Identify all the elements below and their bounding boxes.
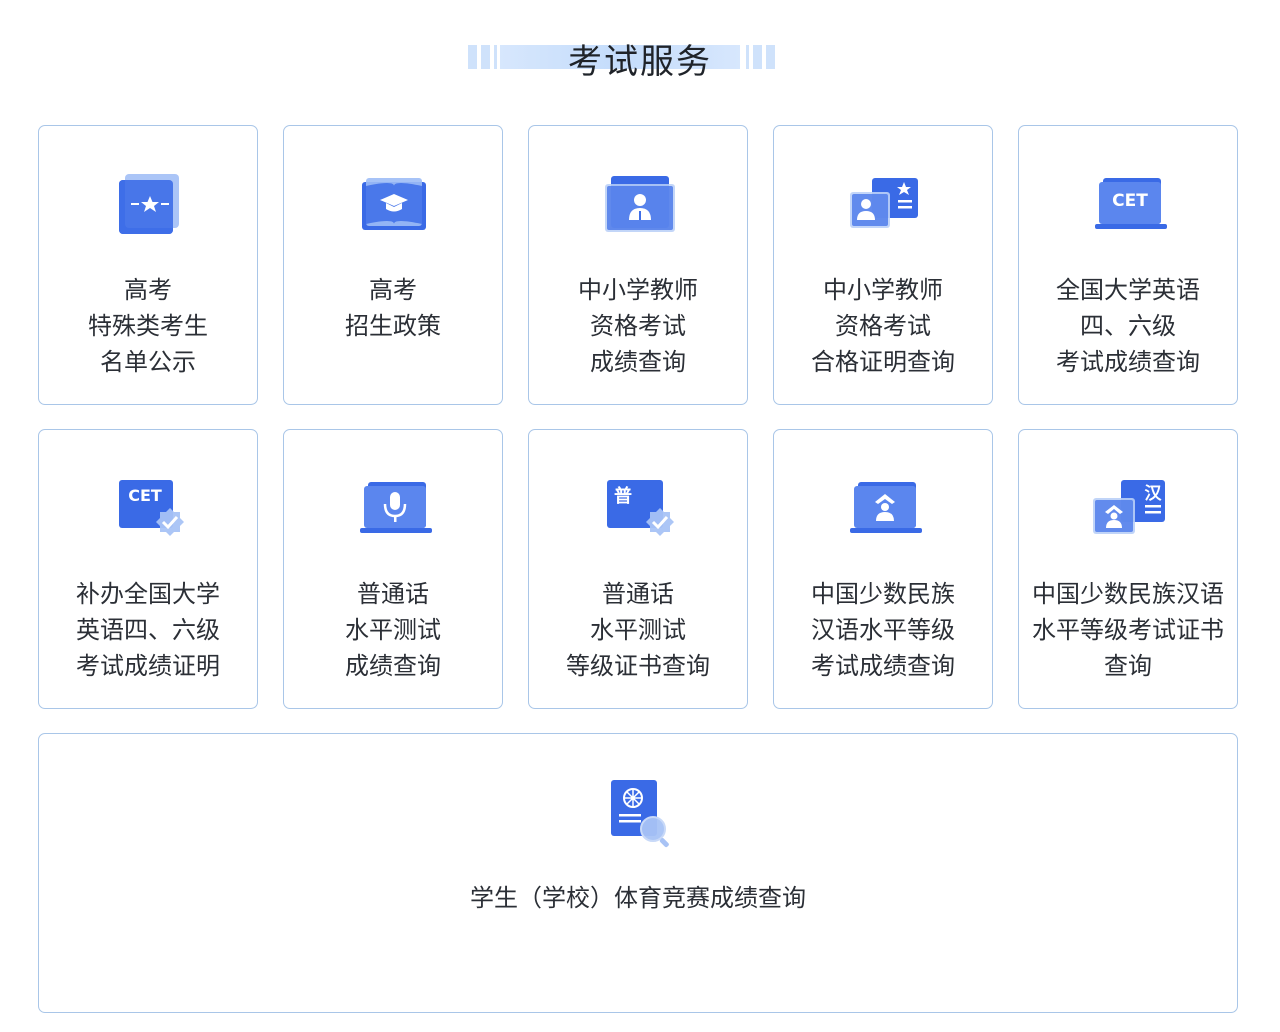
service-label: 高考 特殊类考生 名单公示 xyxy=(88,276,208,376)
service-card-gaokao-policy[interactable]: 高考 招生政策 xyxy=(283,125,503,405)
service-label: 中小学教师 资格考试 成绩查询 xyxy=(578,276,698,376)
svg-text:CET: CET xyxy=(128,486,162,505)
service-label: 学生（学校）体育竞赛成绩查询 xyxy=(470,884,806,912)
service-card-teacher-certificate[interactable]: 中小学教师 资格考试 合格证明查询 xyxy=(773,125,993,405)
header-decoration-left xyxy=(468,45,497,69)
section-header: 考试服务 xyxy=(0,28,1280,88)
graduation-book-icon xyxy=(362,178,426,230)
svg-text:汉: 汉 xyxy=(1145,484,1163,504)
mandarin-verified-icon: 普 xyxy=(607,480,674,536)
service-label: 普通话 水平测试 成绩查询 xyxy=(345,580,441,680)
service-label: 全国大学英语 四、六级 考试成绩查询 xyxy=(1056,276,1200,376)
header-decoration-right xyxy=(746,45,775,69)
service-label: 普通话 水平测试 等级证书查询 xyxy=(566,580,710,680)
teacher-profile-icon xyxy=(605,176,675,232)
service-card-minority-score[interactable]: 中国少数民族 汉语水平等级 考试成绩查询 xyxy=(773,429,993,709)
cet-laptop-icon: CET xyxy=(1095,178,1167,229)
service-label: 中小学教师 资格考试 合格证明查询 xyxy=(811,276,955,376)
service-label: 中国少数民族汉语 水平等级考试证书 查询 xyxy=(1032,580,1224,680)
chinese-certificate-icon: 汉 xyxy=(1093,480,1165,534)
svg-text:普: 普 xyxy=(614,485,632,507)
sports-search-icon xyxy=(611,780,669,848)
svg-text:CET: CET xyxy=(1112,191,1148,211)
service-card-mandarin-score[interactable]: 普通话 水平测试 成绩查询 xyxy=(283,429,503,709)
service-card-mandarin-certificate[interactable]: 普 普通话 水平测试 等级证书查询 xyxy=(528,429,748,709)
microphone-laptop-icon xyxy=(360,482,432,533)
service-label: 中国少数民族 汉语水平等级 考试成绩查询 xyxy=(811,580,955,680)
teacher-certificate-icon xyxy=(850,178,918,228)
service-card-teacher-score[interactable]: 中小学教师 资格考试 成绩查询 xyxy=(528,125,748,405)
service-card-gaokao-special[interactable]: 高考 特殊类考生 名单公示 xyxy=(38,125,258,405)
minority-laptop-icon xyxy=(850,482,922,533)
service-card-cet-proof[interactable]: CET 补办全国大学 英语四、六级 考试成绩证明 xyxy=(38,429,258,709)
cet-verified-icon: CET xyxy=(119,480,184,536)
service-card-minority-certificate[interactable]: 汉 中国少数民族汉语 水平等级考试证书 查询 xyxy=(1018,429,1238,709)
section-title: 考试服务 xyxy=(568,41,712,82)
service-label: 高考 招生政策 xyxy=(345,276,441,340)
service-label: 补办全国大学 英语四、六级 考试成绩证明 xyxy=(76,580,220,680)
service-card-cet-score[interactable]: CET 全国大学英语 四、六级 考试成绩查询 xyxy=(1018,125,1238,405)
service-card-sports-score[interactable]: 学生（学校）体育竞赛成绩查询 xyxy=(38,733,1238,1013)
star-badge-icon xyxy=(119,174,179,234)
